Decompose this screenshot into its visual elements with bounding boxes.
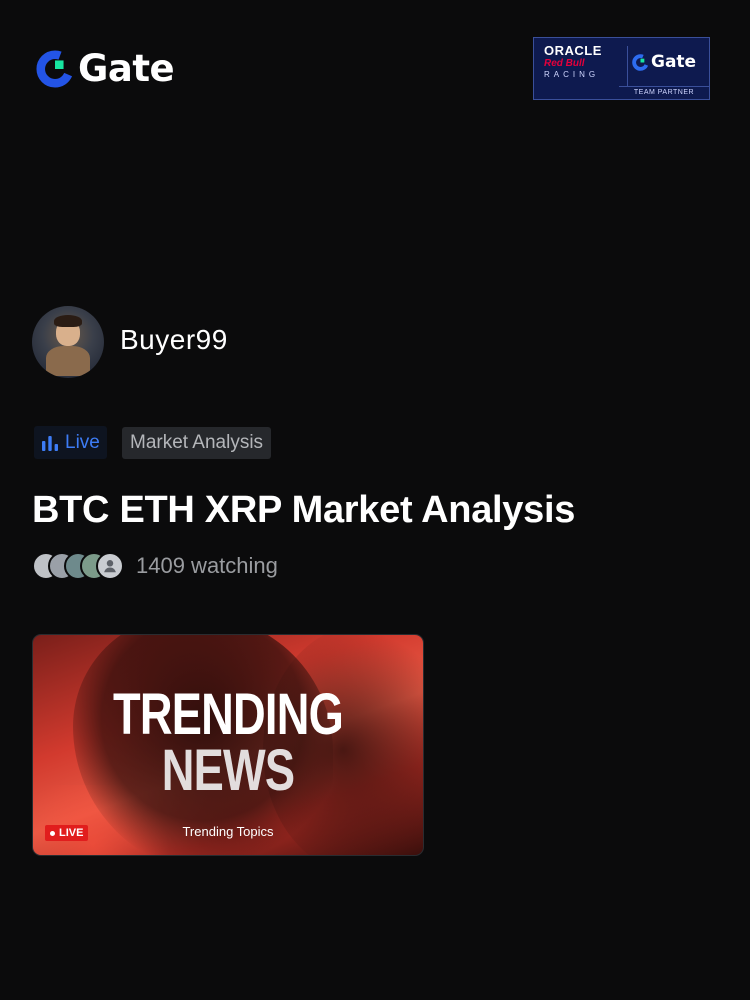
category-tag[interactable]: Market Analysis	[122, 427, 272, 459]
user-icon	[104, 560, 116, 573]
partner-redbull: Red Bull	[544, 58, 585, 69]
viewer-summary: 1409 watching	[32, 552, 278, 580]
gate-logo[interactable]: Gate	[36, 47, 175, 90]
bar-chart-icon	[42, 435, 58, 451]
partner-gate-label: Gate	[651, 52, 697, 72]
partner-racing: RACING	[544, 70, 600, 79]
gate-logo-icon	[36, 50, 74, 88]
live-tag: Live	[34, 426, 107, 459]
live-tag-label: Live	[65, 431, 100, 453]
partner-divider	[627, 46, 628, 86]
partner-tagline: TEAM PARTNER	[619, 86, 709, 99]
streamer-name[interactable]: Buyer99	[120, 324, 228, 356]
stream-thumbnail[interactable]: TRENDING NEWS LIVE Trending Topics	[32, 634, 424, 856]
partner-gate: Gate	[632, 52, 696, 72]
viewer-avatar	[96, 552, 124, 580]
thumbnail-headline-2: NEWS	[161, 738, 295, 803]
thumbnail-caption: Trending Topics	[182, 824, 274, 839]
streamer-avatar[interactable]	[32, 306, 104, 378]
partner-oracle: ORACLE	[544, 43, 602, 58]
watching-count: 1409 watching	[136, 553, 278, 578]
gate-logo-icon	[632, 53, 649, 71]
brand-name: Gate	[78, 47, 175, 90]
stream-title: BTC ETH XRP Market Analysis	[32, 489, 576, 531]
partner-banner[interactable]: ORACLE Red Bull RACING Gate TEAM PARTNER	[533, 37, 710, 100]
